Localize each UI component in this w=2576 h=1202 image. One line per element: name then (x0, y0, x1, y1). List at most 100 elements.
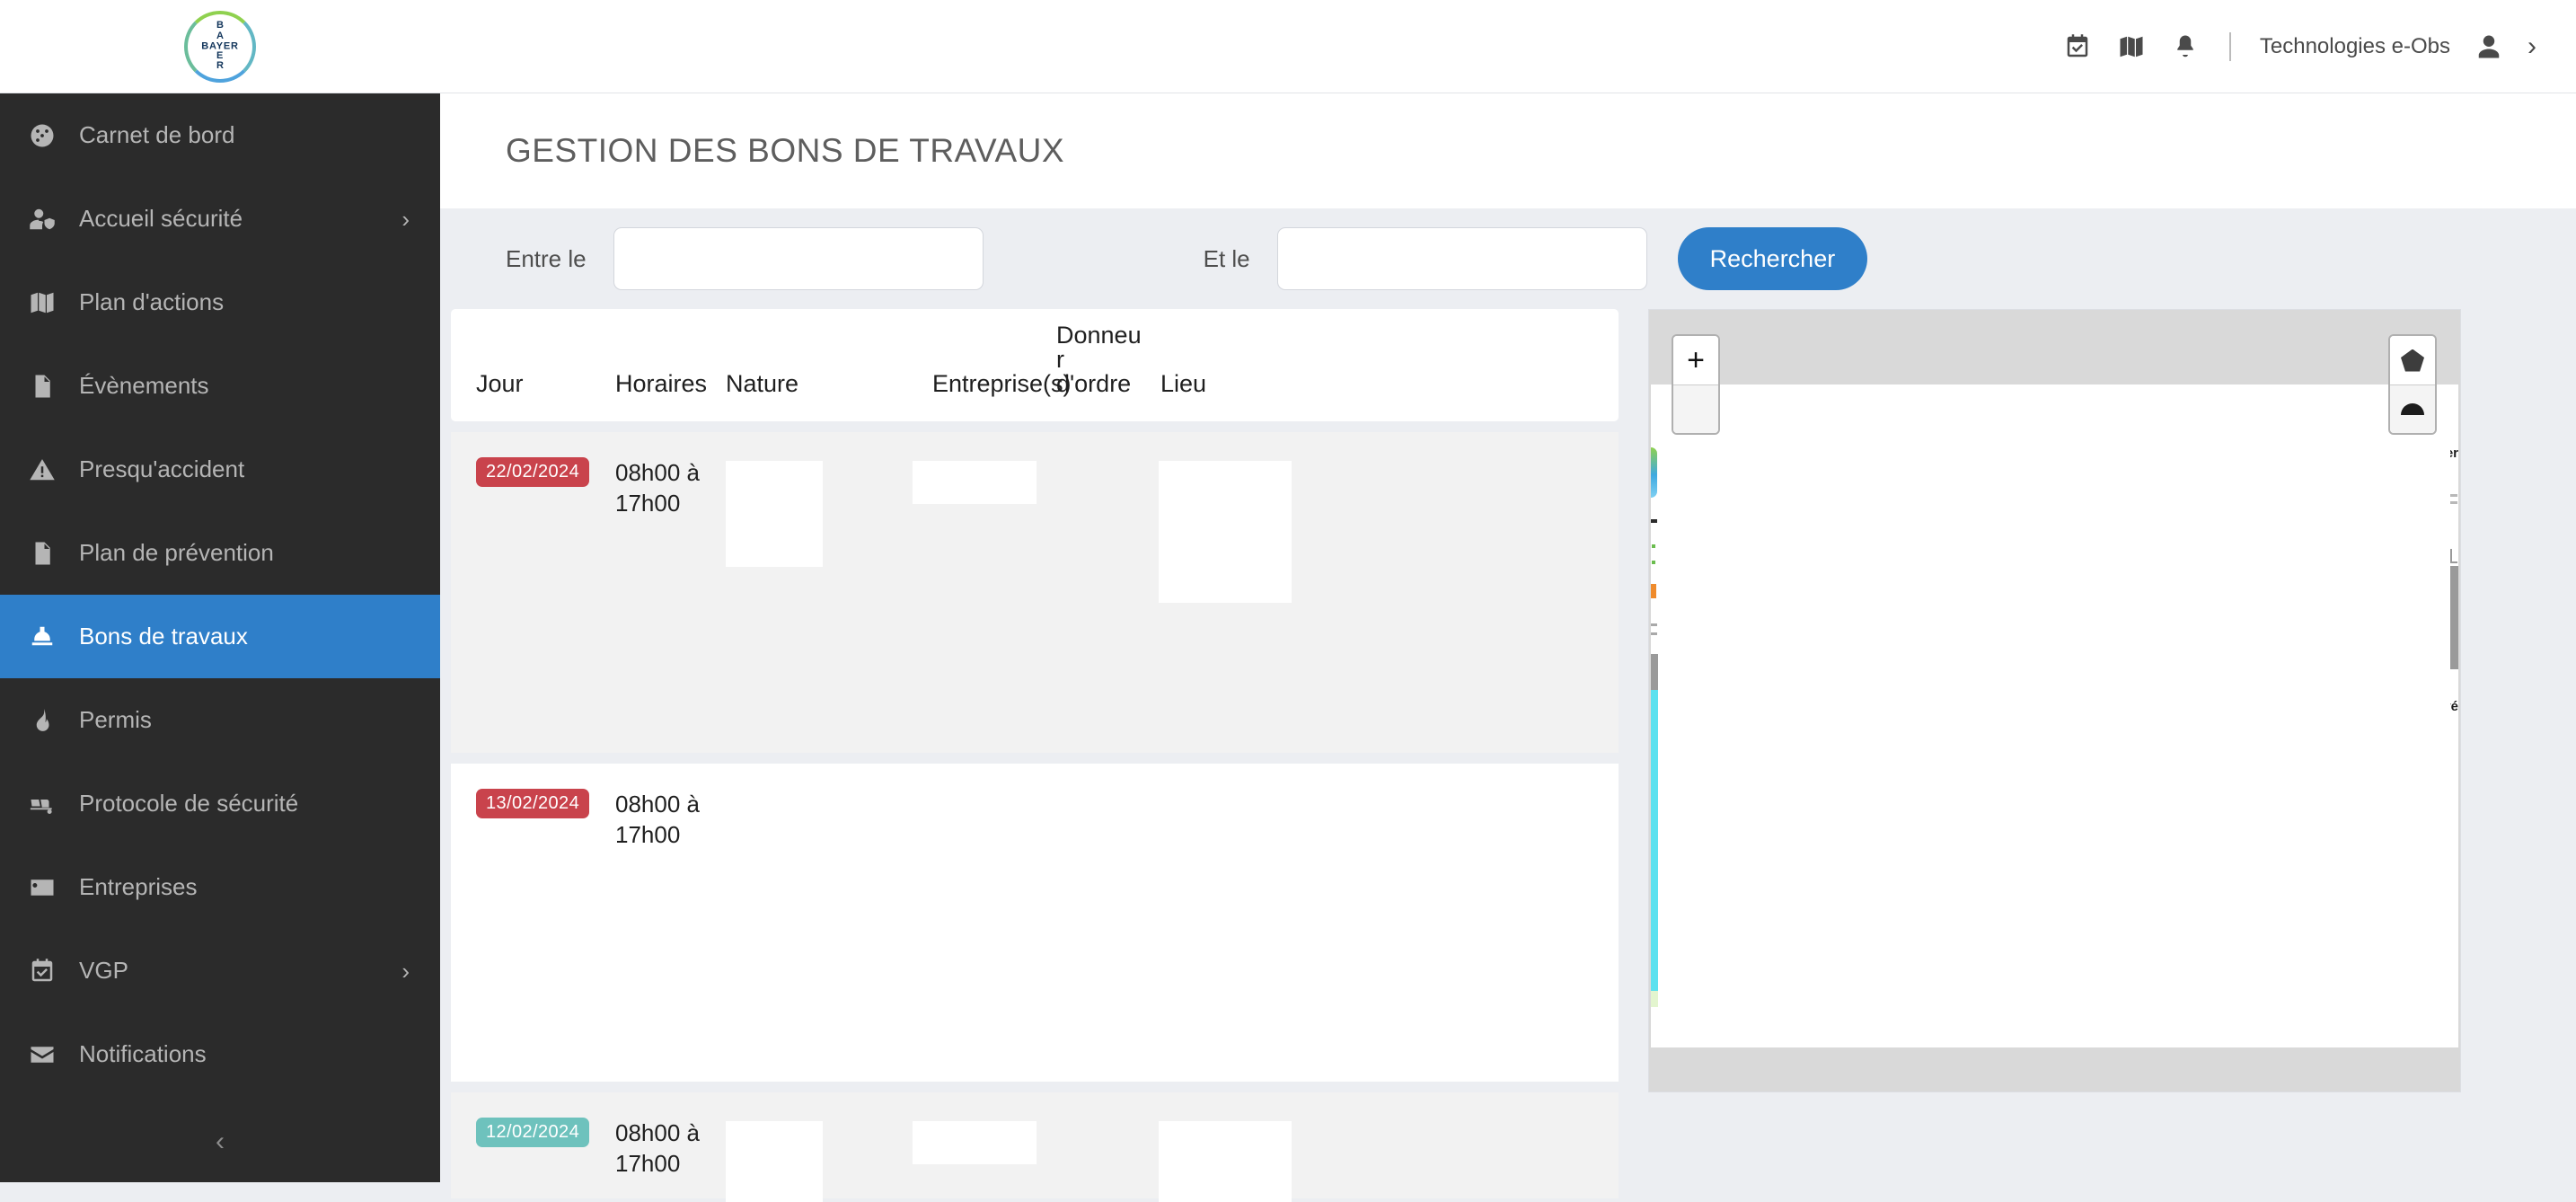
map-feature-building-oxygene (1651, 690, 1658, 1000)
id-card-icon (18, 870, 66, 906)
map-icon[interactable] (2116, 31, 2147, 62)
map-left-edge-features (1651, 384, 1658, 1021)
cell-jour: 22/02/2024 (451, 457, 615, 753)
bayer-logo-icon: BAYER BAYER (184, 10, 256, 83)
sidebar-item-accueil-securite[interactable]: Accueil sécurité › (0, 177, 440, 261)
chevron-right-icon[interactable]: › (401, 959, 410, 983)
date-badge: 22/02/2024 (476, 457, 590, 487)
top-bar-actions: Technologies e-Obs › (2062, 31, 2576, 62)
map-icon (18, 285, 66, 321)
sidebar-item-evenements[interactable]: Évènements (0, 344, 440, 428)
bell-icon[interactable] (2170, 31, 2201, 62)
sidebar-item-entreprises[interactable]: Entreprises (0, 845, 440, 929)
sidebar-item-label: Permis (79, 706, 152, 733)
hardhat-icon (18, 619, 66, 655)
table-header-card: Jour Horaires Nature Entreprise(s) Donne… (451, 309, 1619, 421)
doc-chart-icon (18, 535, 66, 571)
to-date-label: Et le (1203, 244, 1250, 272)
map-feature-line (2449, 501, 2457, 504)
map-draw-controls[interactable] (2388, 334, 2437, 435)
top-bar: BAYER BAYER Technologies e-Obs › (0, 0, 2576, 93)
column-header-lieu[interactable]: Lieu (1160, 372, 1277, 396)
top-bar-divider (2228, 31, 2231, 61)
map-draw-polygon-button[interactable] (2390, 336, 2435, 384)
table-row[interactable]: 22/02/2024 08h00 à 17h00 (451, 432, 1619, 753)
map-feature-roundabout (1651, 447, 1657, 498)
sidebar-item-carnet-de-bord[interactable]: Carnet de bord (0, 93, 440, 177)
table-header-row: Jour Horaires Nature Entreprise(s) Donne… (451, 309, 1619, 421)
dashboard-icon (18, 118, 66, 154)
sidebar-item-label: Entreprises (79, 873, 198, 900)
sidebar-item-plan-dactions[interactable]: Plan d'actions (0, 261, 440, 344)
chevron-left-icon: ‹ (216, 1127, 225, 1156)
column-header-donneur-dordre[interactable]: Donneu r d'ordre (1056, 323, 1144, 396)
sidebar-item-bons-de-travaux[interactable]: Bons de travaux (0, 595, 440, 678)
row-divider (451, 1082, 1619, 1092)
map-draw-marker-button[interactable] (2390, 384, 2435, 433)
map-right-edge-features: er vé (2443, 384, 2458, 1021)
map-feature-line (1651, 519, 1657, 523)
map-loading-overlay (1658, 384, 2450, 1011)
sidebar-item-label: VGP (79, 957, 128, 984)
map-canvas[interactable]: Bâtiment Oxygène er vé (1651, 384, 2458, 1021)
page-header: GESTION DES BONS DE TRAVAUX (440, 93, 2576, 208)
map-zoom-out-button[interactable] (1673, 384, 1718, 433)
brand-logo[interactable]: BAYER BAYER (0, 0, 440, 93)
page-title: GESTION DES BONS DE TRAVAUX (506, 132, 1065, 169)
cell-nature-placeholder (726, 461, 823, 567)
calendar-check-icon[interactable] (2062, 31, 2093, 62)
content-split: Jour Horaires Nature Entreprise(s) Donne… (440, 309, 2576, 1202)
from-date-input[interactable] (613, 227, 984, 290)
column-header-horaires[interactable]: Horaires (615, 372, 707, 396)
sidebar-item-vgp[interactable]: VGP › (0, 929, 440, 1012)
cell-horaires: 08h00 à 17h00 (615, 791, 700, 849)
map-footer-area (1651, 1007, 2458, 1047)
sidebar-item-presquaccident[interactable]: Presqu'accident (0, 428, 440, 511)
search-button[interactable]: Rechercher (1677, 227, 1868, 290)
map-feature-dot (1652, 544, 1655, 548)
sidebar-item-label: Plan d'actions (79, 288, 225, 315)
sidebar-item-protocole-de-securite[interactable]: Protocole de sécurité (0, 762, 440, 845)
to-date-input[interactable] (1276, 227, 1647, 290)
column-header-jour[interactable]: Jour (451, 372, 615, 396)
column-header-nature[interactable]: Nature (726, 372, 842, 396)
user-avatar-icon[interactable] (2474, 31, 2504, 62)
pentagon-icon (2401, 349, 2424, 372)
map-feature-corner (2450, 549, 2457, 563)
cell-jour: 13/02/2024 (451, 789, 615, 1082)
sidebar-item-label: Notifications (79, 1040, 207, 1067)
sidebar-item-plan-de-prevention[interactable]: Plan de prévention (0, 511, 440, 595)
flame-icon (18, 703, 66, 738)
sidebar-item-label: Presqu'accident (79, 455, 245, 482)
sidebar: Carnet de bord Accueil sécurité › Plan d… (0, 93, 440, 1182)
column-header-entreprises[interactable]: Entreprise(s) (932, 372, 1072, 396)
column-header-donneur-line2: r d'ordre (1056, 346, 1132, 397)
cell-jour: 12/02/2024 (451, 1118, 615, 1198)
map-feature-building (1651, 654, 1658, 690)
chevron-right-icon[interactable]: › (401, 208, 410, 231)
table-row[interactable]: 13/02/2024 08h00 à 17h00 (451, 764, 1619, 1082)
cell-entreprises-placeholder (913, 461, 1037, 504)
main-content: GESTION DES BONS DE TRAVAUX Entre le Et … (440, 93, 2576, 1202)
sidebar-item-label: Accueil sécurité (79, 205, 243, 232)
cell-lieu-placeholder (1159, 461, 1292, 603)
user-menu-chevron-icon[interactable]: › (2527, 32, 2536, 60)
envelope-icon (18, 1037, 66, 1073)
sidebar-item-permis[interactable]: Permis (0, 678, 440, 762)
table-row[interactable]: 12/02/2024 08h00 à 17h00 (451, 1092, 1619, 1202)
cell-horaires: 08h00 à 17h00 (615, 1119, 700, 1178)
site-map-panel[interactable]: Bâtiment Oxygène er vé + (1648, 309, 2461, 1092)
map-zoom-in-button[interactable]: + (1673, 336, 1718, 384)
row-divider (451, 421, 1619, 432)
sidebar-collapse-button[interactable]: ‹ (0, 1127, 440, 1157)
column-header-donneur-line1: Donneu (1056, 322, 1142, 349)
sidebar-item-notifications[interactable]: Notifications (0, 1012, 440, 1096)
map-feature-marker (1651, 584, 1656, 598)
cell-horaires: 08h00 à 17h00 (615, 459, 700, 517)
date-badge: 12/02/2024 (476, 1118, 590, 1147)
cell-entreprises-placeholder (913, 1121, 1037, 1164)
cell-lieu-placeholder (1159, 1121, 1292, 1202)
map-zoom-controls[interactable]: + (1672, 334, 1720, 435)
row-divider (451, 753, 1619, 764)
date-badge: 13/02/2024 (476, 789, 590, 818)
